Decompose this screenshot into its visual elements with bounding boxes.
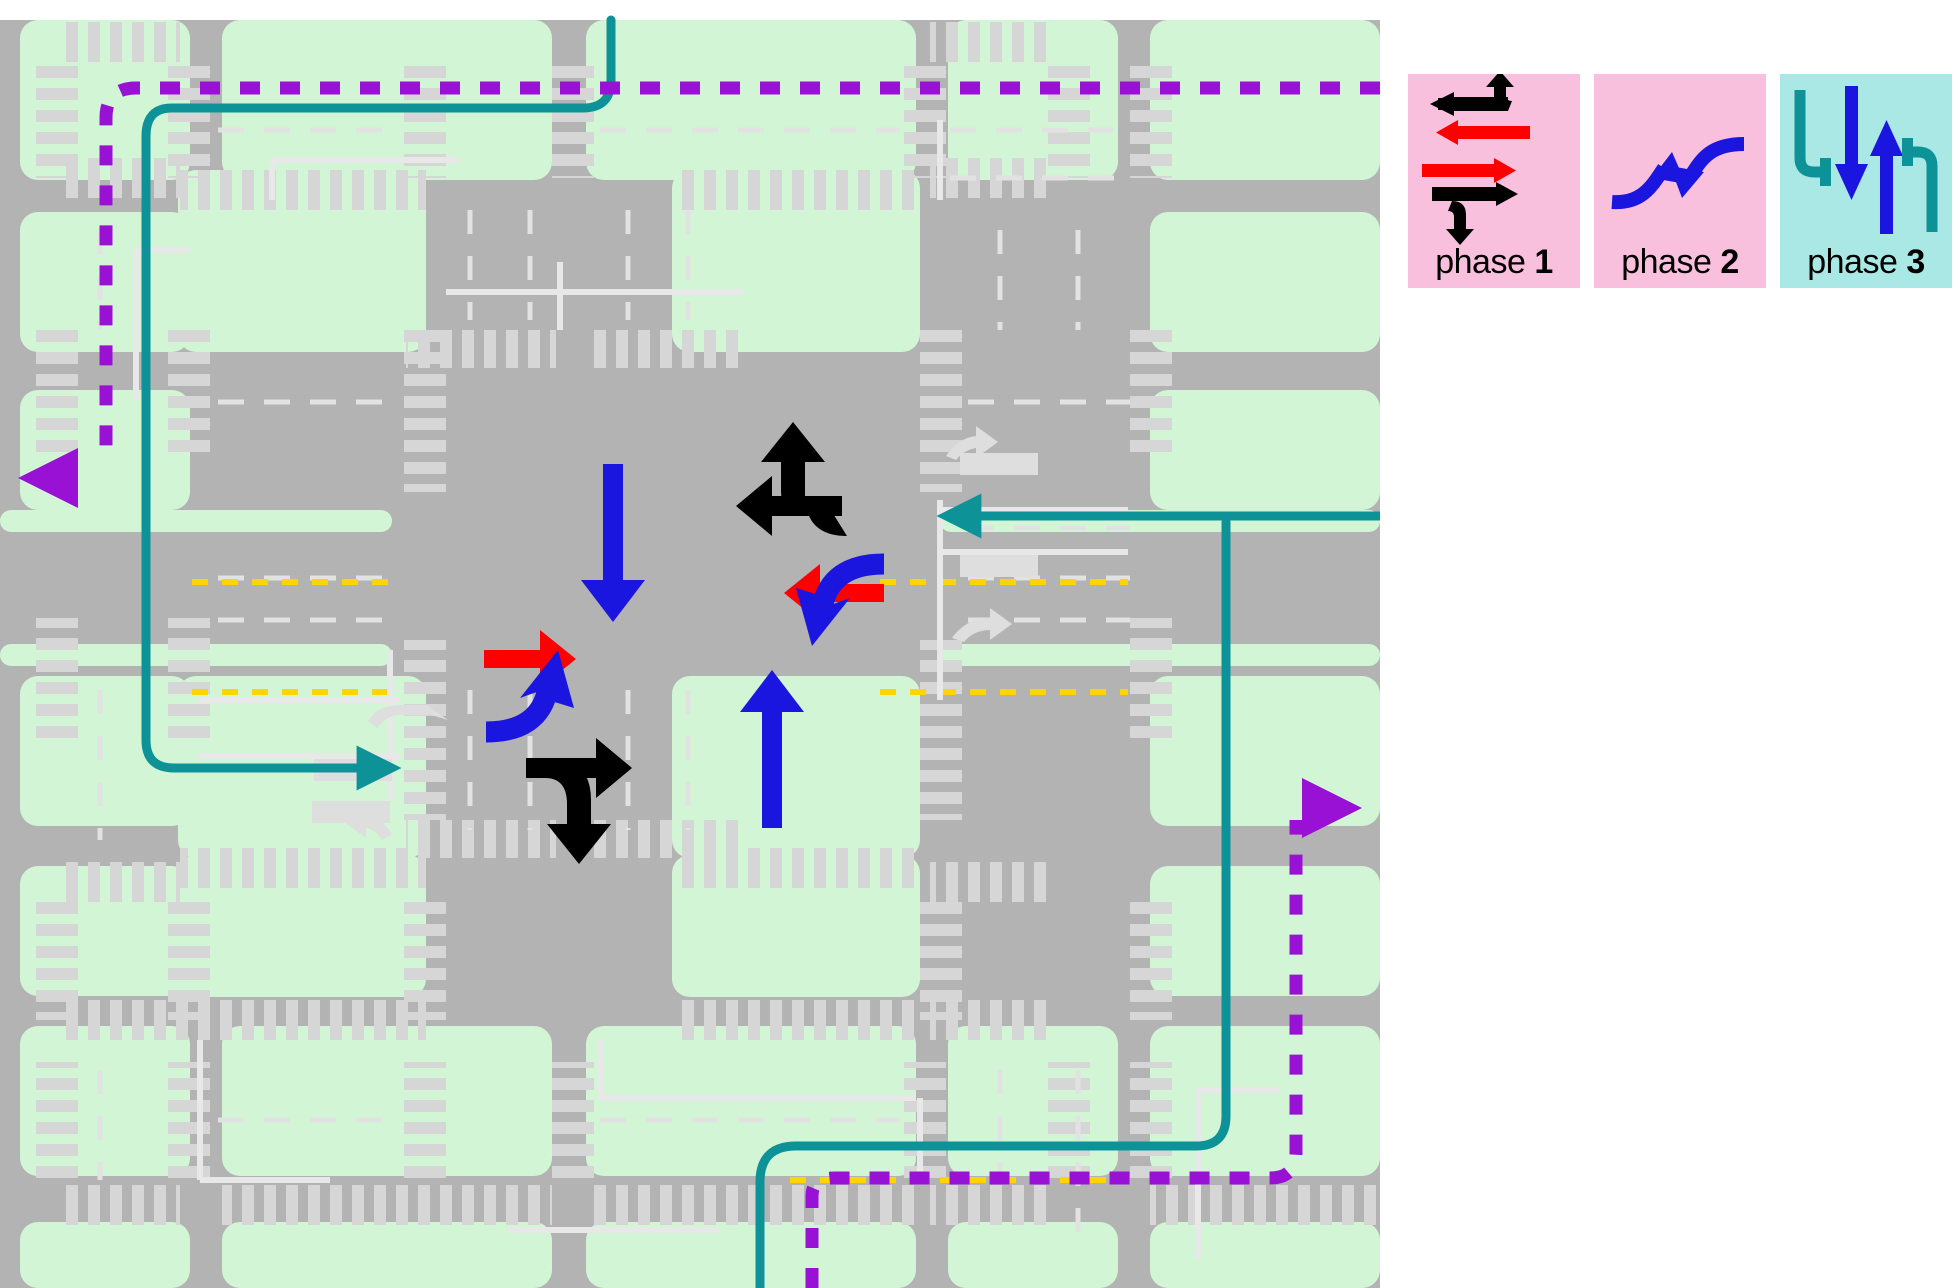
- phase1-movement-black-top: [1430, 74, 1514, 116]
- phase-2-card[interactable]: phase 2: [1594, 74, 1766, 288]
- phase-3-label: phase 3: [1807, 243, 1925, 281]
- phase3-up-arrow: [1870, 120, 1903, 234]
- phase-legend: phase 1 phase 2 phase 3: [1408, 74, 1952, 288]
- figure-root: phase 1 phase 2 phase 3: [0, 0, 1960, 1288]
- phase3-down-arrow: [1835, 86, 1868, 200]
- phase-1-card[interactable]: phase 1: [1408, 74, 1580, 288]
- phase3-hook-right-end: [1902, 138, 1913, 166]
- phase-2-label: phase 2: [1621, 243, 1739, 281]
- city-grid-map: [0, 0, 1380, 1288]
- phase1-movement-red-right: [1422, 158, 1516, 183]
- phase-1-label: phase 1: [1435, 243, 1553, 281]
- phase3-hook-left-end: [1820, 158, 1831, 186]
- phase-3-card[interactable]: phase 3: [1780, 74, 1952, 288]
- phase1-movement-red-left: [1436, 120, 1530, 145]
- map-svg: [0, 15, 1380, 1288]
- phase1-movement-black-bottom: [1432, 182, 1518, 245]
- phase2-movement-right-down: [1686, 137, 1745, 178]
